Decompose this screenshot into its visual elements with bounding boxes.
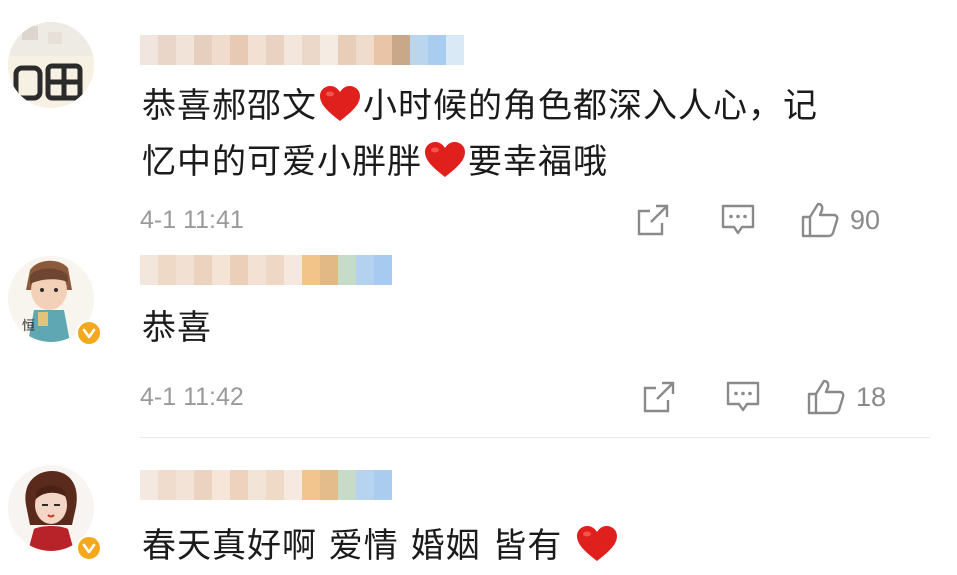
comment-meta: 4-1 11:42 18 bbox=[140, 377, 900, 417]
comment-meta: 4-1 11:41 90 bbox=[140, 200, 900, 240]
comment-text-part: 恭喜郝邵文 bbox=[142, 86, 317, 126]
verified-badge-icon bbox=[76, 535, 102, 561]
comment-icon bbox=[721, 204, 755, 235]
like-button[interactable]: 18 bbox=[806, 377, 886, 417]
svg-text:恒: 恒 bbox=[22, 319, 35, 334]
comment-text: 春天真好啊 爱情 婚姻 皆有 bbox=[142, 518, 620, 574]
comment-icon bbox=[726, 381, 760, 412]
comment-text-part: 小时候的角色都深入人心，记 bbox=[363, 86, 818, 126]
comment-text-part: 忆中的可爱小胖胖 bbox=[142, 142, 422, 182]
share-icon bbox=[643, 381, 675, 413]
like-count: 18 bbox=[856, 381, 887, 412]
like-count: 90 bbox=[850, 204, 881, 235]
share-button[interactable] bbox=[636, 200, 670, 240]
comment-text-part: 春天真好啊 爱情 婚姻 皆有 bbox=[142, 526, 563, 566]
red-heart-emoji-icon bbox=[425, 142, 465, 177]
comment-text-part: 要幸福哦 bbox=[468, 142, 608, 182]
divider bbox=[140, 437, 930, 438]
red-heart-emoji-icon bbox=[320, 86, 360, 121]
comment-text: 恭喜郝邵文 小时候的角色都深入人心，记 忆中的可爱小胖胖 要幸福哦 bbox=[142, 78, 818, 190]
comment-button[interactable] bbox=[720, 200, 756, 240]
share-icon bbox=[637, 204, 669, 236]
comment-text: 恭喜 bbox=[142, 300, 212, 356]
thumb-up-icon bbox=[807, 379, 845, 415]
username-blurred[interactable] bbox=[140, 470, 392, 500]
verified-badge-icon bbox=[76, 320, 102, 346]
username-blurred[interactable] bbox=[140, 35, 464, 65]
comment-feed: 恭喜郝邵文 小时候的角色都深入人心，记 忆中的可爱小胖胖 要幸福哦 4-1 11:4… bbox=[0, 0, 957, 575]
comment-time: 4-1 11:42 bbox=[140, 383, 244, 411]
comment-time: 4-1 11:41 bbox=[140, 206, 244, 234]
thumb-up-icon bbox=[801, 202, 839, 238]
comment-text-part: 恭喜 bbox=[142, 308, 212, 348]
avatar[interactable] bbox=[8, 22, 94, 108]
red-heart-emoji-icon bbox=[577, 526, 618, 561]
username-blurred[interactable] bbox=[140, 255, 392, 285]
share-button[interactable] bbox=[642, 377, 676, 417]
comment-button[interactable] bbox=[725, 377, 761, 417]
like-button[interactable]: 90 bbox=[800, 200, 880, 240]
